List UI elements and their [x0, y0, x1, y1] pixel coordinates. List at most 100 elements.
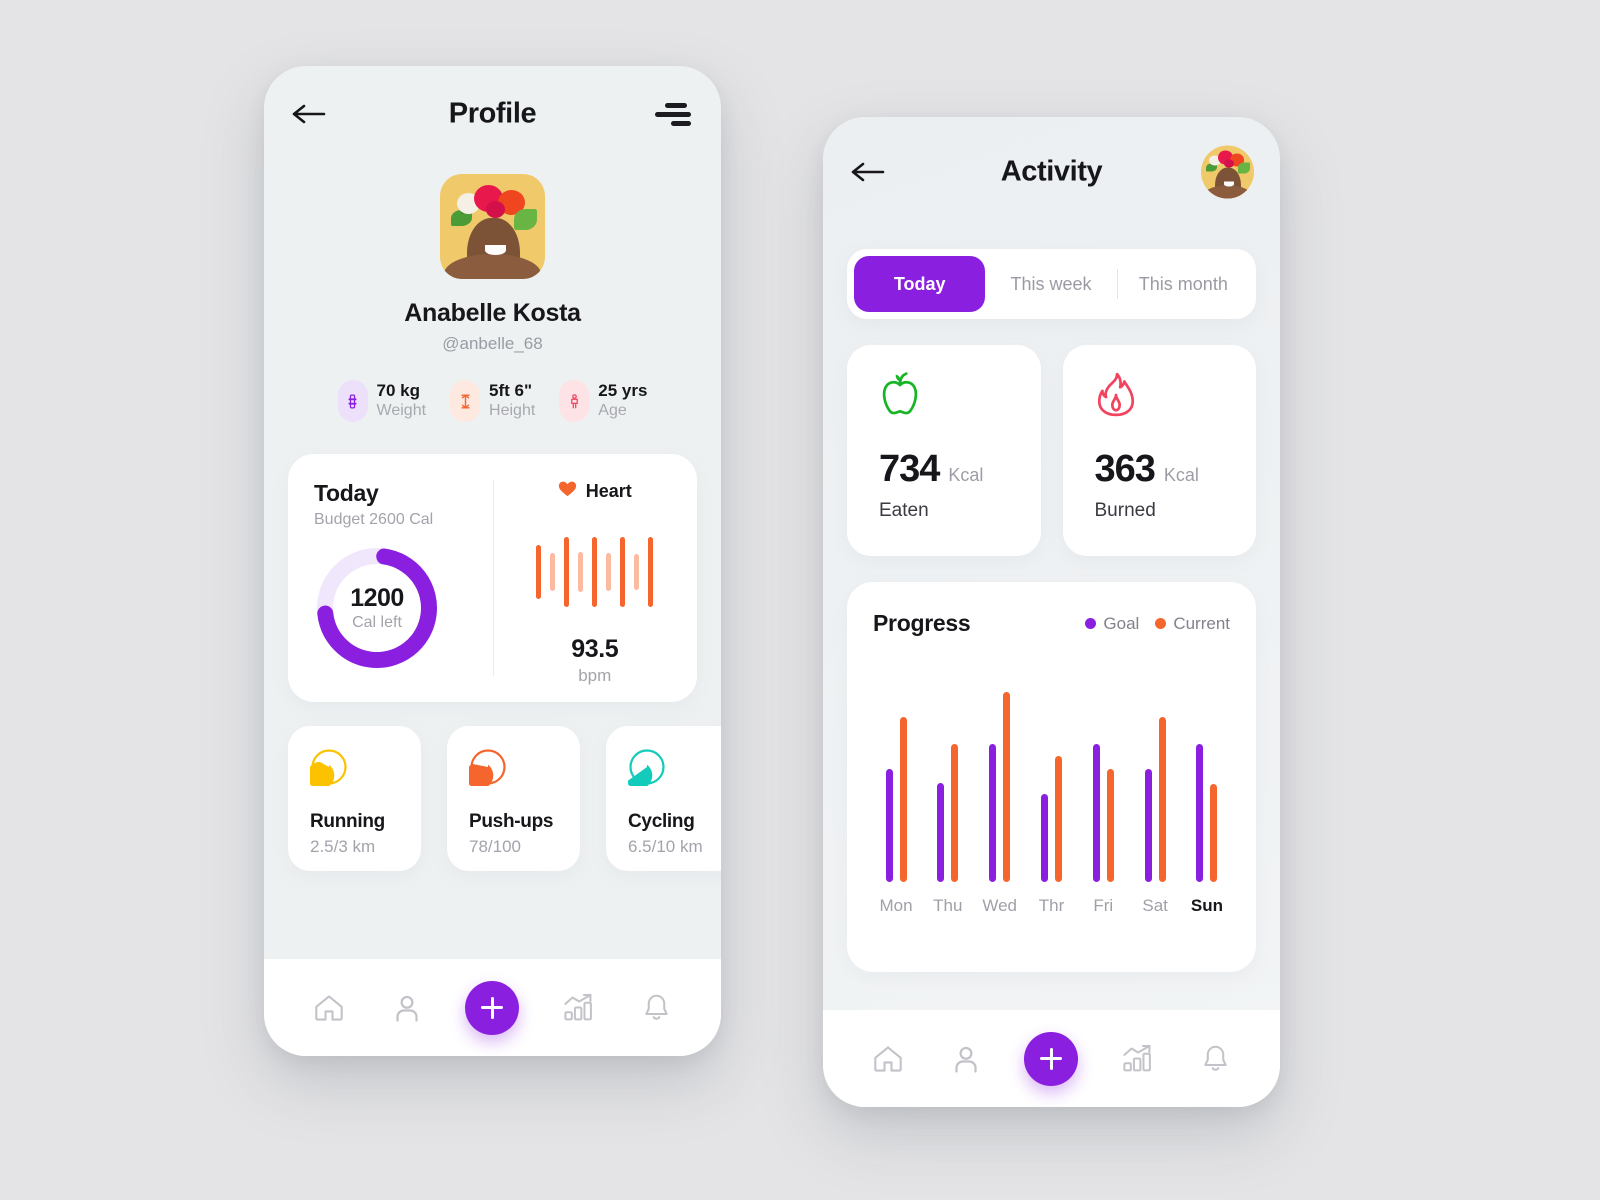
exercise-card[interactable]: Cycling 6.5/10 km — [606, 726, 721, 871]
stat-height: 5ft 6" Height — [450, 380, 535, 422]
calorie-ring-label: Cal left — [352, 614, 402, 631]
avatar[interactable] — [440, 174, 545, 279]
exercise-card[interactable]: Push-ups 78/100 — [447, 726, 580, 871]
exercise-value: 2.5/3 km — [310, 837, 376, 856]
heart-rate-bar — [634, 554, 640, 590]
chart-bar-current — [1054, 756, 1062, 882]
chart-column: Thu — [925, 682, 971, 916]
chart-column: Sat — [1132, 682, 1178, 916]
kcal-value-row: 363 Kcal — [1095, 448, 1257, 491]
exercise-value: 6.5/10 km — [628, 837, 703, 856]
user-name: Anabelle Kosta — [404, 299, 581, 327]
chart-bar-current — [1158, 717, 1166, 882]
chart-bar-pair — [885, 682, 907, 882]
heart-rate-bar — [592, 537, 598, 607]
nav-add[interactable] — [1024, 1031, 1079, 1086]
hamburger-menu-icon[interactable] — [655, 101, 691, 127]
legend-dot-goal — [1085, 618, 1097, 629]
nav-notifications[interactable] — [1196, 1040, 1234, 1078]
profile-phone-mockup: Profile Anabelle Kosta @anbelle_68 70 kg… — [264, 66, 721, 1056]
nav-home[interactable] — [310, 989, 348, 1027]
progress-bar-chart: Mon Thu Wed Thr Fri Sat Sun — [873, 678, 1230, 916]
avatar-container — [1201, 145, 1254, 199]
chart-bar-goal — [937, 783, 945, 882]
kcal-cards-row: 734 Kcal Eaten 363 Kcal Burned — [847, 345, 1256, 556]
chart-bar-pair — [1092, 682, 1114, 882]
chart-bar-current — [899, 717, 907, 882]
stat-label: Age — [598, 402, 627, 420]
heart-rate-bar — [536, 545, 542, 599]
tab-today[interactable]: Today — [854, 256, 986, 312]
stat-age: 25 yrs Age — [559, 380, 647, 422]
chart-column: Fri — [1080, 682, 1126, 916]
chart-title: Progress — [873, 610, 971, 636]
chart-day-label: Thr — [1038, 896, 1065, 915]
kcal-eaten-card[interactable]: 734 Kcal Eaten — [847, 345, 1041, 556]
tab-this-month[interactable]: This month — [1118, 256, 1249, 312]
stat-value: 70 kg — [376, 380, 421, 400]
heart-rate-waveform — [536, 537, 654, 607]
calorie-ring-value: 1200 — [350, 584, 404, 612]
exercise-card[interactable]: Running 2.5/3 km — [288, 726, 421, 871]
nav-home[interactable] — [869, 1040, 907, 1078]
nav-stats[interactable] — [1118, 1040, 1156, 1078]
heart-rate-bar — [578, 552, 584, 592]
exercise-name: Running — [310, 811, 385, 832]
legend-item-current: Current — [1155, 614, 1230, 634]
nav-add[interactable] — [465, 980, 520, 1035]
pie-progress-icon — [310, 773, 348, 790]
nav-profile[interactable] — [388, 989, 426, 1027]
avatar-container — [264, 174, 721, 279]
heart-rate-section: Heart 93.5 bpm — [493, 480, 698, 702]
profile-header: Profile — [264, 66, 721, 162]
heart-rate-bar — [564, 537, 570, 607]
today-summary-card: Today Budget 2600 Cal 1200 Cal left Hear… — [288, 454, 697, 702]
today-budget: Budget 2600 Cal — [314, 511, 434, 528]
kcal-value: 363 — [1094, 448, 1156, 490]
nav-profile[interactable] — [947, 1040, 985, 1078]
activity-bottom-nav — [823, 1010, 1280, 1107]
today-heading: Today — [314, 480, 379, 506]
apple-icon — [879, 372, 921, 421]
avatar[interactable] — [1201, 145, 1254, 199]
heart-rate-bar — [620, 537, 626, 607]
heart-icon — [558, 480, 577, 503]
today-calories-section: Today Budget 2600 Cal 1200 Cal left — [288, 480, 493, 702]
legend-label-goal: Goal — [1103, 613, 1140, 633]
chart-day-label: Sat — [1142, 896, 1168, 915]
chart-bar-pair — [1144, 682, 1166, 882]
person-icon — [559, 380, 590, 422]
calorie-ring-chart: 1200 Cal left — [314, 545, 440, 671]
chart-column: Wed — [977, 682, 1023, 916]
kcal-value-row: 734 Kcal — [879, 448, 1041, 491]
activity-phone-mockup: Activity Today This week This month 734 … — [823, 117, 1280, 1107]
progress-chart-card: Progress Goal Current Mon Thu Wed Thr Fri Sat… — [847, 582, 1256, 972]
kcal-label: Eaten — [879, 500, 929, 521]
kcal-burned-card[interactable]: 363 Kcal Burned — [1062, 345, 1257, 556]
chart-bar-current — [1210, 784, 1218, 882]
tab-this-week[interactable]: This week — [985, 256, 1116, 312]
legend-label-current: Current — [1173, 613, 1230, 633]
nav-notifications[interactable] — [637, 989, 675, 1027]
chart-column: Sun — [1184, 682, 1230, 916]
chart-bar-current — [1106, 769, 1114, 882]
pie-progress-icon — [628, 773, 666, 790]
stat-label: Weight — [376, 402, 427, 420]
kcal-unit: Kcal — [1163, 465, 1199, 485]
nav-stats[interactable] — [559, 989, 597, 1027]
chart-bar-current — [1003, 692, 1011, 882]
user-stats-row: 70 kg Weight 5ft 6" Height 25 yrs Age — [264, 380, 721, 422]
card-divider — [492, 480, 494, 676]
chart-bar-pair — [937, 682, 959, 882]
exercise-cards-row: Running 2.5/3 km Push-ups 78/100 Cycling 6.5/… — [288, 726, 721, 871]
flame-icon — [1095, 372, 1137, 421]
chart-day-label: Mon — [879, 896, 913, 915]
exercise-name: Cycling — [628, 811, 695, 832]
time-range-tabs: Today This week This month — [847, 249, 1256, 319]
heart-rate-bar — [550, 553, 556, 591]
legend-item-goal: Goal — [1085, 614, 1139, 634]
chart-bar-goal — [1040, 794, 1048, 882]
chart-bar-pair — [989, 682, 1011, 882]
heart-label: Heart — [585, 481, 632, 501]
pie-progress-icon — [469, 773, 507, 790]
